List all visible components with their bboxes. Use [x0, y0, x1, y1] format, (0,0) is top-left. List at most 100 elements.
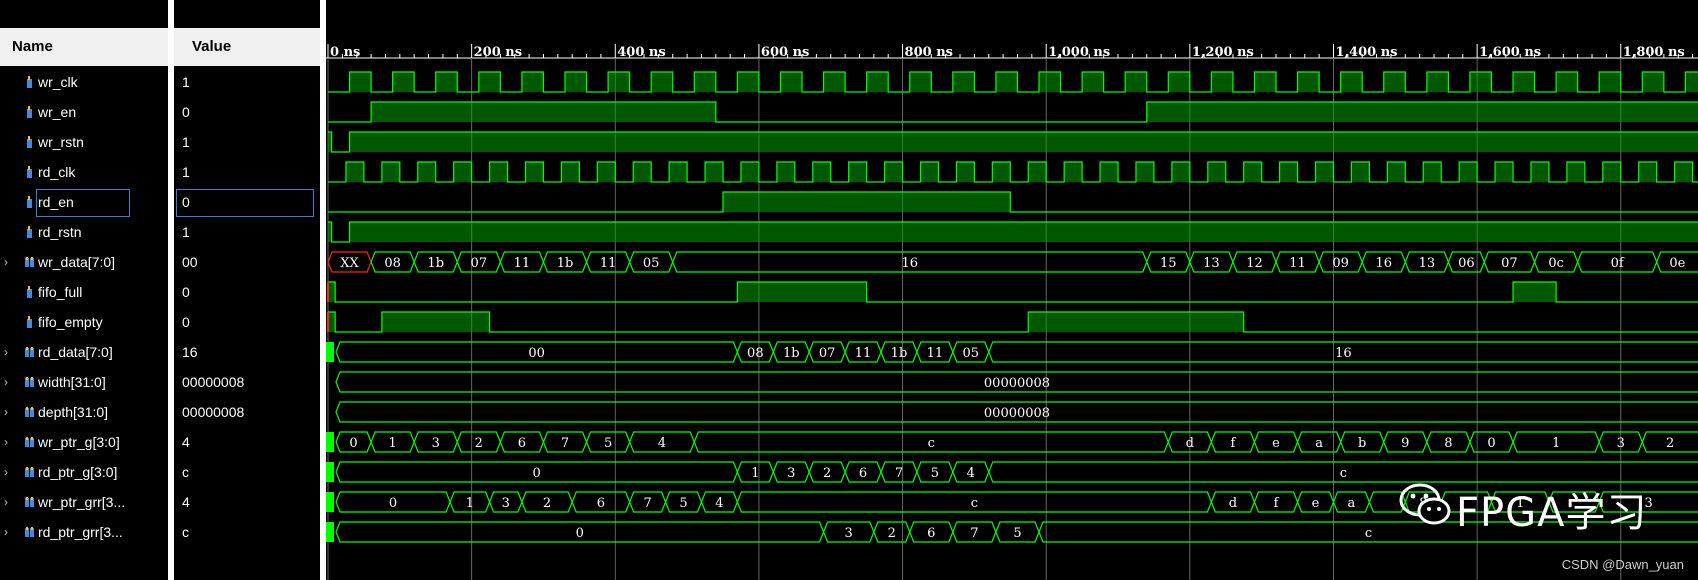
signal-row-wr-data-7-0[interactable]: › wr_data[7:0] — [0, 247, 168, 277]
bit-signal-icon — [27, 316, 32, 328]
wave-wr-clk-high — [1340, 72, 1363, 92]
wave-rd-data-7-0-value: 07 — [819, 346, 836, 361]
signal-value: 4 — [182, 434, 190, 450]
timeline-label: 1,400 ns — [1335, 45, 1397, 60]
signal-row-rd-rstn[interactable]: rd_rstn — [0, 217, 168, 247]
value-column-header[interactable]: Value — [174, 28, 320, 66]
expand-chevron-icon[interactable]: › — [4, 337, 16, 367]
wave-rd-clk-high — [1351, 162, 1370, 182]
wave-wr-ptr-grr-3-value: d — [1229, 496, 1237, 511]
wave-wr-data-7-0-value: XX — [340, 256, 359, 271]
wave-wr-ptr-grr-3-value: e — [1312, 496, 1320, 511]
signal-name: depth[31:0] — [38, 404, 109, 420]
wave-wr-clk-high — [1082, 72, 1104, 92]
signal-value: 4 — [182, 494, 190, 510]
signal-row-wr-rstn[interactable]: wr_rstn — [0, 127, 168, 157]
wave-rd-clk-high — [1064, 162, 1083, 182]
credit-text: CSDN @Dawn_yuan — [1561, 557, 1684, 572]
watermark-text: FPGA学习 — [1456, 490, 1648, 536]
wave-wr-clk-high — [823, 72, 846, 92]
bit-signal-icon — [27, 286, 32, 298]
expand-chevron-icon[interactable]: › — [4, 247, 16, 277]
wave-wr-data-7-0-value: 12 — [1246, 256, 1263, 271]
signal-row-wr-ptr-grr-3[interactable]: › wr_ptr_grr[3... — [0, 487, 168, 517]
wave-fifo-empty-trace — [328, 311, 1698, 333]
wave-rd-clk-high — [669, 162, 688, 182]
wave-rd-ptr-grr-3-value: 0 — [576, 526, 584, 541]
wave-rd-clk-high — [776, 162, 795, 182]
signal-row-depth-31-0[interactable]: › depth[31:0] — [0, 397, 168, 427]
wave-rd-ptr-g-3-0-value: 7 — [895, 466, 903, 481]
signal-row-width-31-0[interactable]: › width[31:0] — [0, 367, 168, 397]
wave-wr-data-7-0-value: 05 — [643, 256, 660, 271]
wave-wr-data-7-0-value: 15 — [1160, 256, 1177, 271]
name-column-header[interactable]: Name — [0, 28, 168, 66]
wave-wr-clk-high — [1685, 72, 1698, 92]
wave-wr-clk-high — [995, 72, 1018, 92]
wave-wr-ptr-g-3-0-value: c — [928, 436, 935, 451]
wave-rd-data-7-0-value: 08 — [747, 346, 764, 361]
wave-wr-ptr-g-3-0-value: e — [1272, 436, 1280, 451]
wave-wr-data-7-0-value: 11 — [514, 256, 531, 271]
wave-wr-data-7-0-value: 13 — [1203, 256, 1220, 271]
signal-row-fifo-full[interactable]: fifo_full — [0, 277, 168, 307]
wave-wr-ptr-g-3-0-value: 1 — [1552, 436, 1560, 451]
signal-name: wr_ptr_grr[3... — [38, 494, 126, 510]
wave-wr-ptr-grr-3-value: c — [971, 496, 978, 511]
signal-row-rd-clk[interactable]: rd_clk — [0, 157, 168, 187]
bus-signal-icon — [25, 347, 34, 357]
wave-wr-clk-high — [1383, 72, 1406, 92]
signal-row-wr-clk[interactable]: wr_clk — [0, 67, 168, 97]
signal-value: 16 — [182, 344, 198, 360]
signal-row-fifo-empty[interactable]: fifo_empty — [0, 307, 168, 337]
wave-rd-ptr-g-3-0-value: 5 — [931, 466, 939, 481]
watermark: FPGA学习 — [1398, 478, 1658, 536]
expand-chevron-icon[interactable]: › — [4, 397, 16, 427]
wave-wr-ptr-g-3-0-value: a — [1315, 436, 1323, 451]
wave-wr-data-7-0-value: 07 — [1501, 256, 1518, 271]
signal-row-rd-ptr-g-3-0[interactable]: › rd_ptr_g[3:0] — [0, 457, 168, 487]
wave-rd-ptr-grr-3-value: 5 — [1013, 526, 1021, 541]
wave-wr-clk-high — [1039, 72, 1061, 92]
wave-wr-clk-high — [1513, 72, 1535, 92]
wave-rd-ptr-g-3-0-value: c — [1340, 466, 1347, 481]
signal-row-rd-data-7-0[interactable]: › rd_data[7:0] — [0, 337, 168, 367]
wave-wr-data-7-0-value: 06 — [1458, 256, 1475, 271]
signal-row-wr-en[interactable]: wr_en — [0, 97, 168, 127]
wave-wr-data-7-0-value: 0e — [1669, 256, 1685, 271]
expand-chevron-icon[interactable]: › — [4, 427, 16, 457]
column-divider[interactable] — [168, 0, 174, 580]
signal-value: 1 — [182, 134, 190, 150]
expand-chevron-icon[interactable]: › — [4, 487, 16, 517]
wave-wr-clk-high — [1469, 72, 1492, 92]
signal-panel: Name Value wr_clk 1 wr_en 0 wr_rstn 1 rd_clk 1 r… — [0, 0, 320, 580]
expand-chevron-icon[interactable]: › — [4, 457, 16, 487]
wave-rd-ptr-g-3-0-value: 1 — [751, 466, 759, 481]
signal-row-wr-ptr-g-3-0[interactable]: › wr_ptr_g[3:0] — [0, 427, 168, 457]
signal-value: c — [182, 524, 189, 540]
signal-value: 1 — [182, 74, 190, 90]
wave-rd-data-7-0-value: 1b — [783, 346, 800, 361]
bus-signal-icon — [25, 527, 34, 537]
wave-rd-data-7-0-value: 00 — [528, 346, 545, 361]
wave-rd-clk-high — [1566, 162, 1585, 182]
wave-wr-ptr-g-3-0-value: 8 — [1444, 436, 1452, 451]
wave-rd-clk-high — [1530, 162, 1549, 182]
expand-chevron-icon[interactable]: › — [4, 517, 16, 547]
bus-signal-icon — [25, 377, 34, 387]
wave-wr-ptr-grr-3-value: 1 — [466, 496, 474, 511]
wave-wr-data-7-0-value: 1b — [427, 256, 444, 271]
wave-wr-ptr-grr-3-value: 6 — [597, 496, 605, 511]
selected-name-box — [36, 189, 130, 217]
wave-rd-clk-high — [1207, 162, 1226, 182]
timeline-label: 200 ns — [474, 45, 522, 60]
signal-row-rd-ptr-grr-3[interactable]: › rd_ptr_grr[3... — [0, 517, 168, 547]
wave-rd-data-7-0-value: 1b — [891, 346, 908, 361]
wave-wr-clk-high — [909, 72, 932, 92]
signal-value: 0 — [182, 314, 190, 330]
wave-rd-ptr-g-3-0-init-block — [326, 462, 334, 482]
wave-wr-ptr-g-3-0-value: 0 — [349, 436, 357, 451]
wave-wr-ptr-grr-3-value: 3 — [502, 496, 510, 511]
expand-chevron-icon[interactable]: › — [4, 367, 16, 397]
wave-wr-clk-high — [349, 72, 372, 92]
